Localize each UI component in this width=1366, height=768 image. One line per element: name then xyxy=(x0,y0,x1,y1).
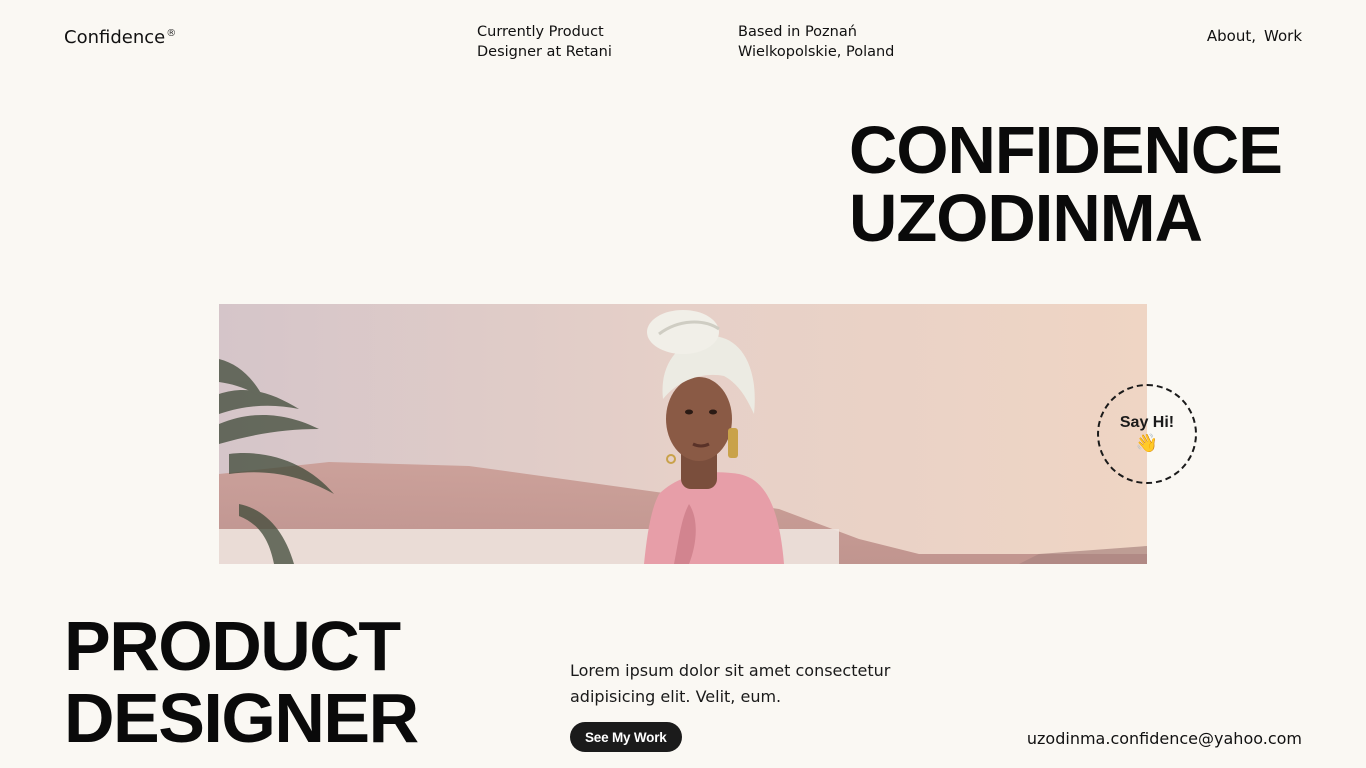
portrait-illustration xyxy=(219,304,1147,564)
waving-hand-icon: 👋 xyxy=(1135,433,1159,453)
hero-name-line-2: UZODINMA xyxy=(849,181,1203,256)
hero-portrait-image xyxy=(219,304,1147,564)
location-info: Based in Poznań Wielkopolskie, Poland xyxy=(738,22,958,62)
logo-text: Confidence xyxy=(64,27,166,48)
nav-link-work[interactable]: Work xyxy=(1264,27,1302,45)
role-line-2: Designer at Retani xyxy=(477,44,612,60)
site-logo[interactable]: Confidence® xyxy=(64,27,176,48)
role-title: PRODUCT DESIGNER xyxy=(64,607,419,757)
main-nav: About, Work xyxy=(1207,27,1302,45)
see-my-work-button[interactable]: See My Work xyxy=(570,722,682,752)
portfolio-page: Confidence® Currently Product Designer a… xyxy=(0,0,1366,768)
role-title-line-2: DESIGNER xyxy=(64,679,419,757)
location-line-1: Based in Poznań xyxy=(738,24,857,40)
email-link[interactable]: uzodinma.confidence@yahoo.com xyxy=(1027,729,1302,748)
hero-name-line-1: CONFIDENCE xyxy=(849,113,1283,188)
say-hi-label: Say Hi! xyxy=(1119,414,1175,431)
intro-text: Lorem ipsum dolor sit amet consectetur a… xyxy=(570,661,891,706)
location-line-2: Wielkopolskie, Poland xyxy=(738,44,895,60)
current-role-info: Currently Product Designer at Retani xyxy=(477,22,677,62)
nav-link-about[interactable]: About, xyxy=(1207,27,1256,45)
registered-mark: ® xyxy=(166,28,177,39)
say-hi-button[interactable]: Say Hi! 👋 xyxy=(1097,384,1197,484)
hero-name-heading: CONFIDENCE UZODINMA xyxy=(849,113,1283,256)
role-line-1: Currently Product xyxy=(477,24,604,40)
role-title-line-1: PRODUCT xyxy=(64,607,401,685)
